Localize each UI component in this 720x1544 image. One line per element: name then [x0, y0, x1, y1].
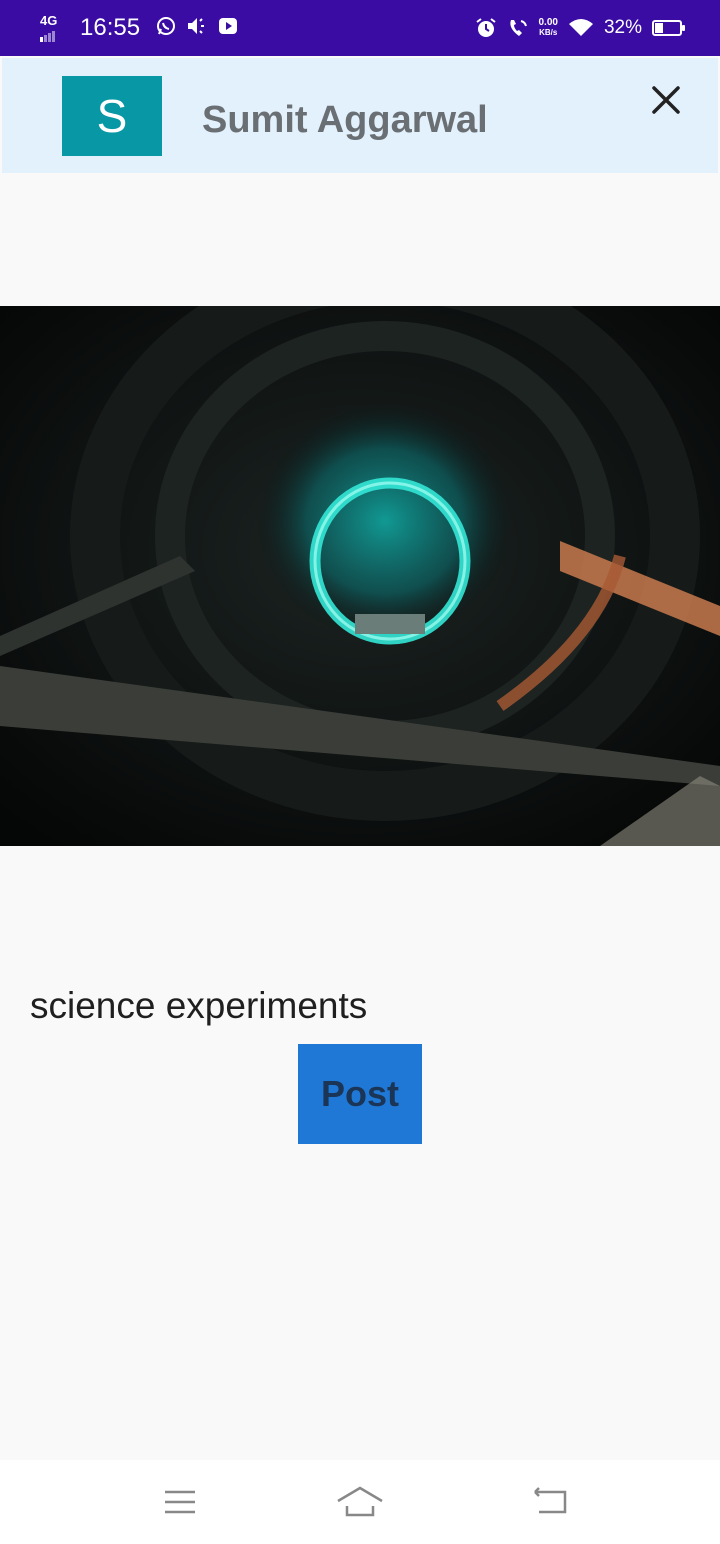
system-icons: 0.00 KB/s 32%	[475, 14, 685, 42]
whatsapp-icon	[157, 17, 175, 35]
home-icon	[337, 1486, 383, 1517]
clock: 16:55	[80, 14, 141, 41]
speed-unit: KB/s	[539, 28, 558, 37]
back-icon	[534, 1487, 567, 1514]
battery-icon	[652, 20, 685, 36]
signal-icon	[40, 29, 57, 42]
post-caption[interactable]: science experiments	[30, 984, 367, 1028]
close-icon	[652, 86, 680, 114]
back-button[interactable]	[525, 1482, 575, 1522]
avatar[interactable]: S	[62, 76, 162, 156]
close-button[interactable]	[646, 80, 686, 120]
navigation-bar	[0, 1460, 720, 1544]
post-header: S Sumit Aggarwal	[2, 58, 718, 173]
post-button[interactable]: Post	[298, 1044, 422, 1144]
speed-value: 0.00	[538, 17, 558, 28]
mute-icon	[188, 18, 204, 34]
post-image[interactable]	[0, 306, 720, 846]
wifi-icon	[568, 19, 593, 36]
notification-icons	[156, 16, 238, 36]
network-speed: 0.00 KB/s	[539, 18, 558, 38]
battery-level	[655, 23, 664, 33]
battery-percent: 32%	[603, 17, 642, 38]
menu-button[interactable]	[155, 1482, 205, 1522]
alarm-icon	[475, 18, 496, 37]
photo-image	[0, 306, 720, 846]
menu-icon	[165, 1490, 195, 1514]
user-name: Sumit Aggarwal	[202, 99, 488, 141]
home-button[interactable]	[335, 1482, 385, 1522]
youtube-icon	[219, 18, 237, 34]
status-bar: 4G 16:55 0.00 KB/s 32%	[0, 0, 720, 56]
network-type: 4G	[40, 13, 58, 28]
wifi-calling-icon	[509, 20, 527, 36]
network-indicator: 4G	[40, 14, 57, 42]
